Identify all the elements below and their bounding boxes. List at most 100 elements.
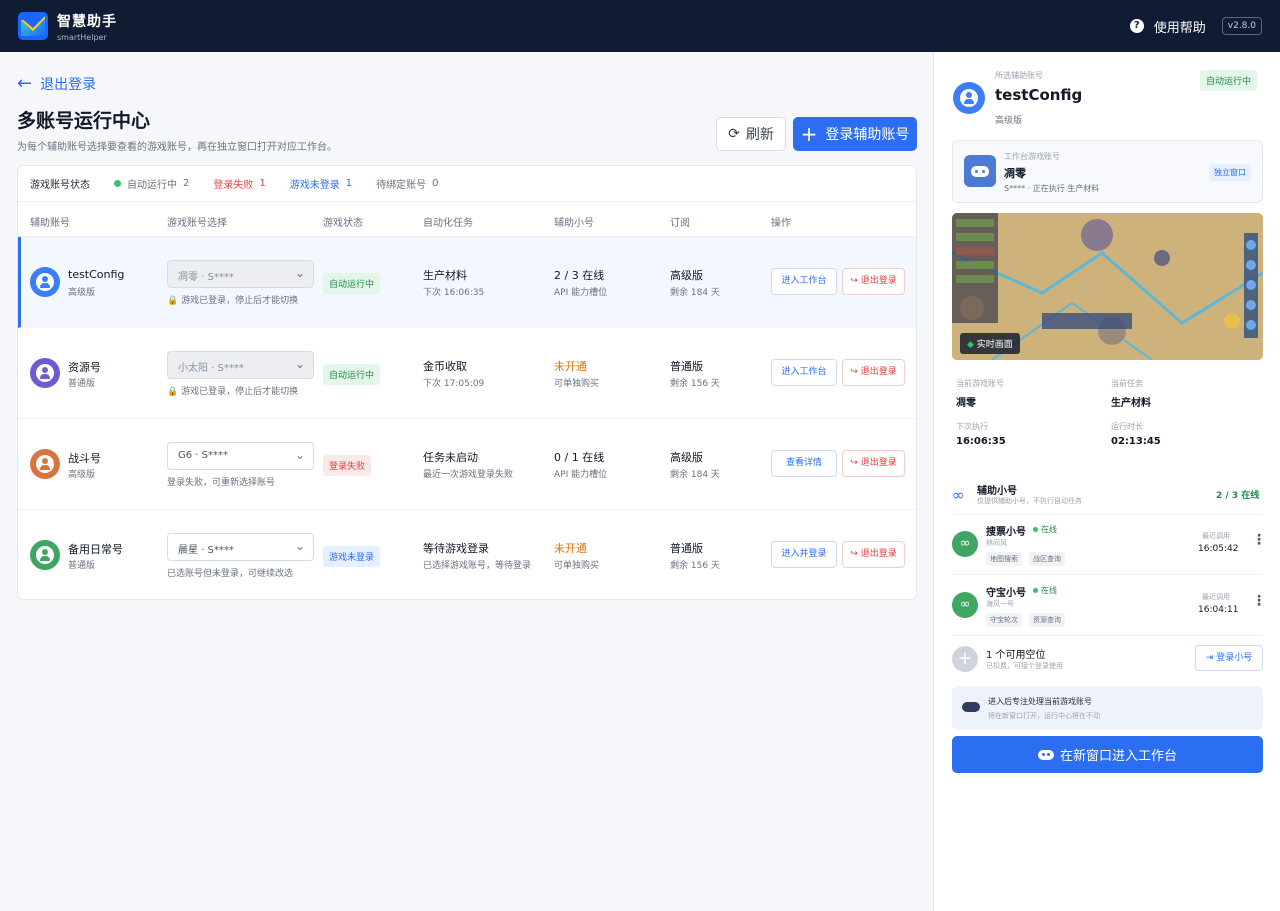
task-name: 等待游戏登录 [423,542,489,555]
chevron-down-icon: ⌄ [294,266,305,280]
refresh-label: 刷新 [745,127,774,143]
view-details-button[interactable]: 查看详情 [771,450,837,477]
login-helper-account-button[interactable]: + 登录辅助账号 [793,117,917,151]
col-actions: 操作 [771,218,791,229]
assist-online-count: 2 / 3 在线 [1216,491,1260,501]
more-vertical-icon[interactable]: ⋮ [1252,533,1266,547]
table-header: 辅助账号 游戏账号选择 游戏状态 自动化任务 辅助小号 订阅 操作 [18,202,916,237]
table-row[interactable]: 资源号 普通版 小太阳 · S**** ⌄ 🔒 游戏已登录，停止后才能切换 自动运… [18,328,916,419]
task-next: 下次 16:06:35 [423,288,485,298]
login-sub-account-button[interactable]: ⇥ 登录小号 [1195,645,1263,671]
live-label-text: 实时画面 [976,340,1013,350]
available-slot-title: 1 个可用空位 [986,650,1046,661]
status-badge: 自动运行中 [323,364,381,385]
task-name: 生产材料 [423,269,467,282]
game-card-label: 工作台游戏账号 [1004,152,1060,161]
link-icon: ∞ [952,592,978,618]
task-next: 已选择游戏账号，等待登录 [423,561,532,571]
panel-account-name: testConfig [995,86,1083,104]
online-indicator: 在线 [1033,585,1057,596]
game-account-value: G6 · S**** [178,450,228,461]
brand: 智慧助手 smartHelper [57,11,117,42]
game-account-select: 小太阳 · S**** ⌄ [167,351,314,379]
account-avatar [30,267,60,297]
accounts-table-card: 游戏账号状态 自动运行中 2 登录失败 1 游戏未登录 1 待绑定账号 0 辅助账号 游… [17,165,917,600]
logout-button[interactable]: ↪ 退出登录 [842,450,905,477]
logout-button[interactable]: ↪ 退出登录 [842,359,905,386]
enter-workspace-button[interactable]: 进入工作台 [771,268,837,295]
table-row[interactable]: 备用日常号 普通版 晨星 · S**** ⌄ 已选账号但未登录，可继续改选 游戏未… [18,510,916,599]
sub-account-tag: 战区查询 [1029,552,1065,566]
live-screen-preview[interactable]: ◆ 实时画面 [952,213,1263,360]
col-automation: 自动化任务 [423,218,473,229]
sub-accounts-note: 可单独购买 [554,379,600,389]
table-row[interactable]: testConfig 高级版 凋零 · S**** ⌄ 🔒 游戏已登录，停止后才能… [18,237,916,328]
sub-account-tag: 资源查询 [1029,613,1065,627]
green-dot-icon [114,180,121,187]
detail-panel: 所选辅助账号 testConfig 高级版 自动运行中 工作台游戏账号 凋零 S… [933,52,1280,911]
plan-remaining: 剩余 184 天 [670,288,720,298]
recent-call-label: 最近调用 [1202,532,1230,540]
sub-accounts: 未开通 [554,542,587,555]
game-card-sub: S**** · 正在执行 生产材料 [1004,184,1100,193]
table-row[interactable]: 战斗号 高级版 G6 · S**** ⌄ 登录失败，可重新选择账号 登录失败 任务… [18,419,916,510]
help-link[interactable]: 使用帮助 [1154,17,1206,36]
status-pending-count: 0 [432,178,439,189]
status-badge: 游戏未登录 [323,546,381,567]
game-account-select[interactable]: G6 · S**** ⌄ [167,442,314,470]
version-badge: v2.8.0 [1221,17,1262,35]
task-name: 金币收取 [423,360,467,373]
recent-call-time: 16:04:11 [1198,605,1239,615]
sub-accounts-note: API 能力槽位 [554,288,608,298]
account-avatar [30,358,60,388]
more-vertical-icon[interactable]: ⋮ [1252,594,1266,608]
help-icon[interactable]: ? [1129,19,1144,33]
game-account-select: 凋零 · S**** ⌄ [167,260,314,288]
logout-button[interactable]: ↪ 退出登录 [842,268,905,295]
plan-name: 普通版 [670,542,703,555]
account-name: 资源号 [68,361,101,374]
panel-account-tier: 高级版 [995,116,1023,126]
standalone-window-button[interactable]: 独立窗口 [1209,164,1251,181]
game-account-select[interactable]: 晨星 · S**** ⌄ [167,533,314,561]
login-sub-label: 登录小号 [1216,653,1253,663]
plan-remaining: 剩余 156 天 [670,379,720,389]
divider [952,635,1263,636]
gamepad-icon [1037,749,1054,760]
plan-name: 高级版 [670,269,703,282]
refresh-button[interactable]: ⟳ 刷新 [716,117,786,151]
status-label: 游戏账号状态 [30,180,90,191]
online-label: 在线 [1041,525,1057,534]
gamepad-icon [964,155,996,187]
account-tier: 高级版 [68,288,96,298]
enter-workspace-button[interactable]: 进入工作台 [771,359,837,386]
select-note: 🔒 游戏已登录，停止后才能切换 [167,387,299,397]
login-helper-label: 登录辅助账号 [825,127,910,143]
assist-subtitle: 仅提供辅助小号，不执行自动任务 [977,497,1082,505]
enter-workspace-new-window-button[interactable]: 在新窗口进入工作台 [952,736,1263,773]
enter-and-login-button[interactable]: 进入并登录 [771,541,837,568]
col-game-status: 游戏状态 [323,218,363,229]
recent-call-label: 最近调用 [1202,593,1230,601]
tip-subtitle: 将在新窗口打开，运行中心将在不动 [988,712,1100,720]
chevron-down-icon: ⌄ [294,539,305,553]
plan-remaining: 剩余 156 天 [670,561,720,571]
online-indicator: 在线 [1033,524,1057,535]
current-task-label: 当前任务 [1111,379,1143,388]
next-run-label: 下次执行 [956,422,988,431]
green-dot-icon [1033,527,1038,532]
status-badge: 登录失败 [323,455,372,476]
app-subname: smartHelper [57,32,107,42]
available-slot-sub: 已扣费，可接个登录使用 [986,662,1063,670]
status-running-count: 2 [183,178,190,189]
run-time-value: 02:13:45 [1111,436,1161,447]
app-name: 智慧助手 [57,13,117,30]
back-logout-link[interactable]: ← 退出登录 [17,74,96,94]
select-note: 已选账号但未登录，可继续改选 [167,569,294,579]
account-avatar [30,449,60,479]
sub-account-tag: 地图搜索 [986,552,1022,566]
chevron-down-icon: ⌄ [294,448,305,462]
logout-button[interactable]: ↪ 退出登录 [842,541,905,568]
divider [952,514,1263,515]
status-failed-count: 1 [259,178,266,189]
